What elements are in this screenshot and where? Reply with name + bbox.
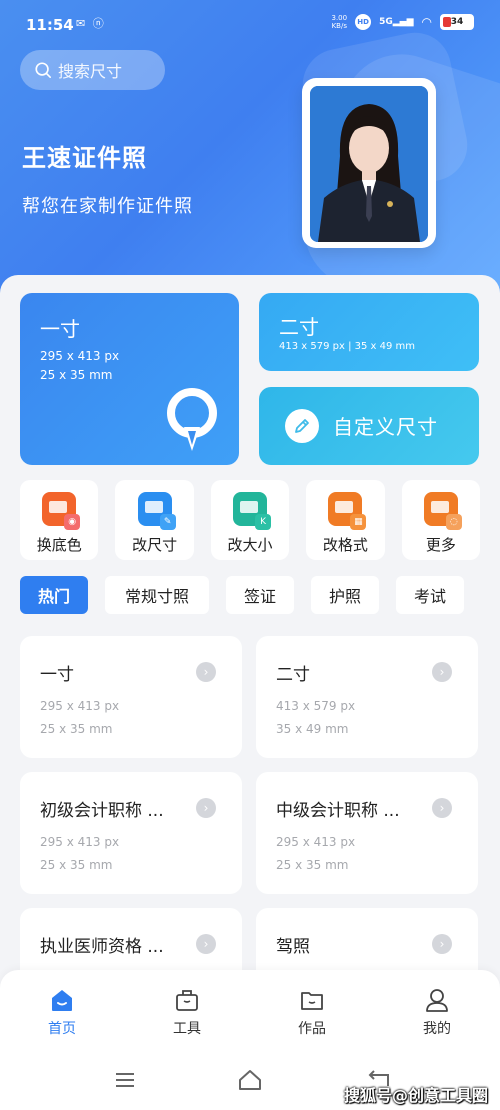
tool-item[interactable]: ◌ 更多	[401, 480, 481, 560]
tool-item[interactable]: ✎ 改尺寸	[115, 480, 194, 560]
size-name: 驾照	[276, 937, 310, 957]
menu-icon[interactable]	[111, 1066, 139, 1094]
card-mm: 25 x 35 mm	[40, 368, 113, 382]
status-icons: 3.00 KB/s HD 5G▂▄▆ ◠ 34	[331, 14, 474, 30]
tool-label: 改格式	[322, 536, 368, 554]
size-name: 中级会计职称 ...	[276, 801, 400, 821]
search-placeholder: 搜索尺寸	[58, 62, 123, 81]
chevron-right-icon: ›	[196, 934, 216, 954]
folder-icon	[301, 992, 323, 1010]
size-px: 295 x 413 px	[40, 699, 120, 713]
notification-icons: ✉ ⓝ	[76, 17, 106, 30]
size-name: 执业医师资格 ...	[40, 937, 164, 957]
tool-label: 改大小	[227, 536, 273, 554]
size-name: 二寸	[276, 665, 310, 685]
card-spec: 413 x 579 px | 35 x 49 mm	[279, 341, 416, 352]
search-input[interactable]: 搜索尺寸	[20, 50, 165, 90]
size-name: 初级会计职称 ...	[40, 801, 164, 821]
tab-4[interactable]: 考试	[396, 576, 464, 614]
size-card[interactable]: 初级会计职称 ... › 295 x 413 px 25 x 35 mm	[20, 772, 242, 894]
category-tabs: 热门 常规寸照 签证 护照 考试	[20, 576, 464, 614]
portrait-illustration	[310, 86, 428, 242]
size-card[interactable]: 一寸 › 295 x 413 px 25 x 35 mm	[20, 636, 242, 758]
size-card[interactable]: 二寸 › 413 x 579 px 35 x 49 mm	[256, 636, 478, 758]
tab-2[interactable]: 签证	[226, 576, 294, 614]
chevron-right-icon: ›	[196, 662, 216, 682]
tool-icon: ◉	[42, 492, 81, 530]
tool-label: 改尺寸	[132, 536, 178, 554]
size-card[interactable]: 中级会计职称 ... › 295 x 413 px 25 x 35 mm	[256, 772, 478, 894]
chevron-right-icon: ›	[432, 662, 452, 682]
location-pin-icon	[167, 388, 217, 451]
card-px: 295 x 413 px	[40, 349, 120, 363]
status-time: 11:54	[26, 16, 74, 34]
hd-icon: HD	[355, 14, 372, 30]
status-bar: 11:54 ✉ ⓝ 3.00 KB/s HD 5G▂▄▆ ◠ 34	[0, 0, 500, 40]
tab-0[interactable]: 热门	[20, 576, 88, 614]
card-one-inch[interactable]: 一寸 295 x 413 px 25 x 35 mm	[20, 293, 239, 465]
tool-item[interactable]: K 改大小	[210, 480, 290, 560]
chevron-right-icon: ›	[432, 934, 452, 954]
home-button-icon[interactable]	[236, 1066, 264, 1094]
tools-row: ◉ 换底色 ✎ 改尺寸 K 改大小 ▦ 改格式 ◌ 更多	[20, 480, 481, 560]
tool-label: 换底色	[36, 536, 82, 554]
tab-1[interactable]: 常规寸照	[105, 576, 209, 614]
card-title: 二寸	[279, 315, 319, 339]
size-name: 一寸	[40, 665, 74, 685]
card-two-inch[interactable]: 二寸 413 x 579 px | 35 x 49 mm	[259, 293, 479, 371]
user-icon	[426, 989, 448, 1012]
size-px: 295 x 413 px	[276, 835, 356, 849]
watermark: 搜狐号@创意工具圈	[343, 1086, 488, 1105]
size-px: 413 x 579 px	[276, 699, 356, 713]
nav-profile[interactable]: 我的	[402, 986, 472, 1038]
tool-icon: ✎	[137, 492, 176, 530]
size-px: 295 x 413 px	[40, 835, 120, 849]
card-title: 一寸	[40, 317, 80, 341]
sample-photo-frame	[302, 78, 436, 248]
card-custom-size[interactable]: 自定义尺寸	[259, 387, 479, 465]
hero-banner: 11:54 ✉ ⓝ 3.00 KB/s HD 5G▂▄▆ ◠ 34 搜索尺寸 王…	[0, 0, 500, 300]
tool-icon: K	[233, 492, 272, 530]
tool-icon: ◌	[423, 492, 462, 530]
tool-item[interactable]: ◉ 换底色	[20, 480, 99, 560]
net-speed: 3.00 KB/s	[331, 14, 348, 30]
pencil-icon	[285, 409, 319, 443]
nav-works[interactable]: 作品	[277, 986, 347, 1038]
briefcase-icon	[176, 990, 198, 1011]
nav-home[interactable]: 首页	[27, 986, 97, 1038]
tool-label: 更多	[425, 536, 456, 554]
search-icon	[35, 62, 52, 79]
battery-icon: 34	[440, 14, 474, 30]
chevron-right-icon: ›	[196, 798, 216, 818]
size-mm: 25 x 35 mm	[40, 722, 113, 736]
tab-3[interactable]: 护照	[311, 576, 379, 614]
nav-tools[interactable]: 工具	[152, 986, 222, 1038]
tool-icon: ▦	[328, 492, 367, 530]
bottom-nav: 首页 工具 作品 我的	[0, 970, 500, 1052]
wifi-icon: ◠	[421, 15, 432, 29]
sample-id-photo	[310, 86, 428, 242]
card-title: 自定义尺寸	[333, 415, 438, 439]
signal-icon: 5G▂▄▆	[379, 17, 414, 27]
size-mm: 35 x 49 mm	[276, 722, 349, 736]
app-title: 王速证件照	[22, 144, 147, 172]
app-subtitle: 帮您在家制作证件照	[22, 196, 193, 217]
home-icon	[52, 990, 72, 1011]
tool-item[interactable]: ▦ 改格式	[306, 480, 385, 560]
size-mm: 25 x 35 mm	[276, 858, 349, 872]
size-mm: 25 x 35 mm	[40, 858, 113, 872]
chevron-right-icon: ›	[432, 798, 452, 818]
